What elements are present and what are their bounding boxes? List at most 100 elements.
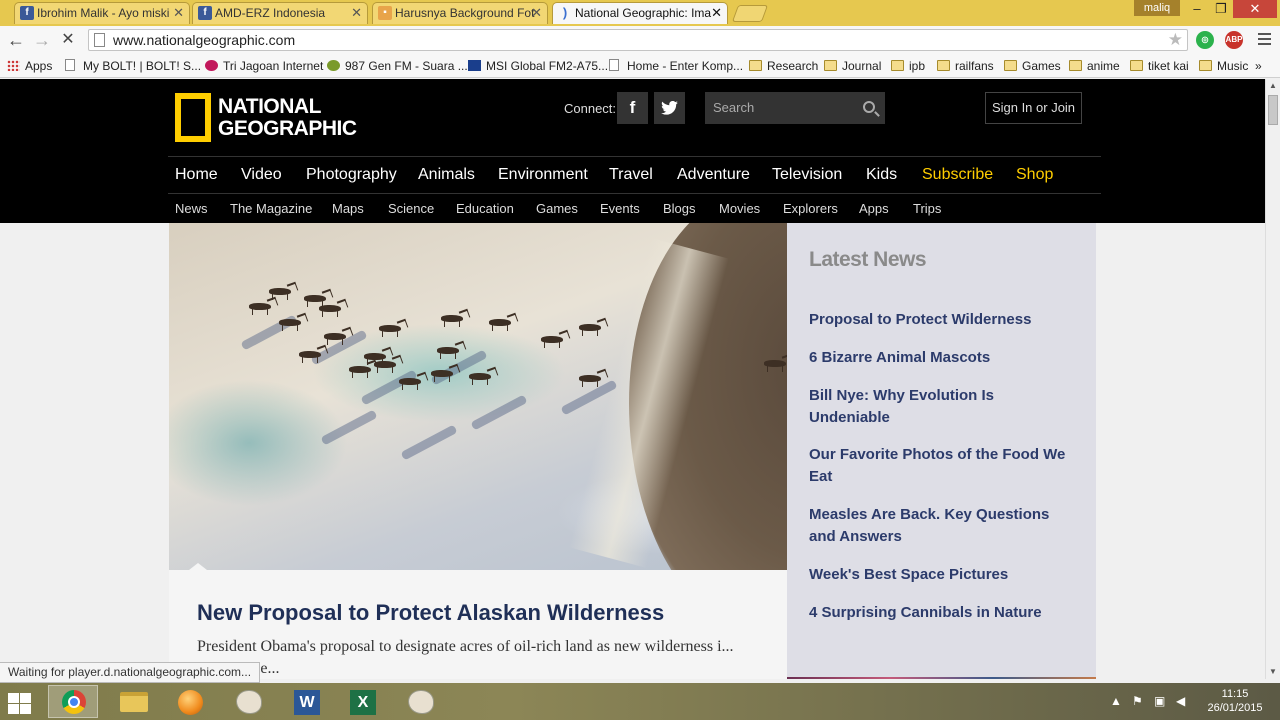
- bookmark-folder[interactable]: Research: [749, 58, 818, 74]
- hero-photo[interactable]: [169, 223, 787, 570]
- forward-icon[interactable]: →: [32, 30, 52, 50]
- natgeo-logo-icon[interactable]: [175, 93, 211, 142]
- taskbar-app[interactable]: [166, 685, 216, 718]
- tab-close-icon[interactable]: ✕: [173, 3, 184, 23]
- browser-tab[interactable]: ▪ Harusnya Background Fot ✕: [372, 2, 548, 24]
- latest-news-link[interactable]: Our Favorite Photos of the Food We Eat: [809, 444, 1074, 488]
- taskbar-app[interactable]: [224, 685, 274, 718]
- adblock-icon[interactable]: ABP: [1225, 31, 1243, 49]
- tab-close-icon[interactable]: ✕: [351, 3, 362, 23]
- site-logo[interactable]: NATIONAL GEOGRAPHIC: [218, 96, 357, 140]
- latest-news-link[interactable]: 6 Bizarre Animal Mascots: [809, 347, 1074, 369]
- scroll-up-icon[interactable]: ▲: [1269, 81, 1277, 90]
- close-window-icon[interactable]: ✕: [1233, 0, 1277, 18]
- new-tab-button[interactable]: [731, 5, 769, 22]
- bookmark-label: My BOLT! | BOLT! S...: [83, 59, 202, 73]
- latest-news-link[interactable]: Proposal to Protect Wilderness: [809, 309, 1074, 331]
- back-icon[interactable]: ←: [6, 30, 26, 50]
- stop-icon[interactable]: ✕: [58, 30, 78, 50]
- subnav-maps[interactable]: Maps: [332, 201, 364, 217]
- nav-shop[interactable]: Shop: [1016, 166, 1053, 184]
- tab-strip: f Ibrohim Malik - Ayo miski ✕ f AMD-ERZ …: [0, 0, 1280, 26]
- caribou: [349, 366, 371, 378]
- browser-tab-active[interactable]: ) National Geographic: Ima ✕: [552, 2, 728, 24]
- nav-photography[interactable]: Photography: [306, 166, 397, 184]
- nav-adventure[interactable]: Adventure: [677, 166, 750, 184]
- browser-tab[interactable]: f AMD-ERZ Indonesia ✕: [192, 2, 368, 24]
- tab-close-icon[interactable]: ✕: [711, 3, 722, 23]
- twitter-icon[interactable]: [654, 92, 685, 124]
- bookmark-apps[interactable]: Apps: [7, 58, 52, 74]
- bookmark-item[interactable]: 987 Gen FM - Suara ...: [327, 58, 468, 74]
- address-bar[interactable]: www.nationalgeographic.com ★: [88, 29, 1188, 51]
- volume-muted-icon[interactable]: ◀: [1176, 694, 1185, 708]
- nav-home[interactable]: Home: [175, 166, 218, 184]
- nav-television[interactable]: Television: [772, 166, 842, 184]
- subnav-magazine[interactable]: The Magazine: [230, 201, 312, 217]
- scroll-down-icon[interactable]: ▼: [1269, 667, 1277, 676]
- scrollbar-thumb[interactable]: [1268, 95, 1278, 125]
- subnav-movies[interactable]: Movies: [719, 201, 760, 217]
- url-text[interactable]: www.nationalgeographic.com: [113, 32, 295, 48]
- taskbar-excel[interactable]: X: [338, 685, 388, 718]
- search-icon[interactable]: [863, 101, 875, 113]
- subnav-games[interactable]: Games: [536, 201, 578, 217]
- minimize-icon[interactable]: –: [1186, 0, 1208, 18]
- bookmark-folder[interactable]: anime: [1069, 58, 1120, 74]
- subnav-explorers[interactable]: Explorers: [783, 201, 838, 217]
- extension-green-icon[interactable]: ◎: [1196, 31, 1214, 49]
- profile-badge[interactable]: maliq: [1134, 0, 1180, 16]
- subnav-apps[interactable]: Apps: [859, 201, 889, 217]
- nav-travel[interactable]: Travel: [609, 166, 653, 184]
- start-button[interactable]: [0, 685, 42, 718]
- tab-close-icon[interactable]: ✕: [531, 3, 542, 23]
- tray-overflow-icon[interactable]: ▲: [1110, 694, 1122, 708]
- bookmark-folder[interactable]: ipb: [891, 58, 925, 74]
- loading-icon: ): [562, 5, 568, 20]
- restore-icon[interactable]: ❐: [1210, 0, 1232, 18]
- nav-video[interactable]: Video: [241, 166, 282, 184]
- bookmarks-overflow-button[interactable]: »: [1255, 58, 1262, 74]
- bookmark-star-icon[interactable]: ★: [1168, 30, 1183, 50]
- article-headline[interactable]: New Proposal to Protect Alaskan Wilderne…: [197, 600, 664, 626]
- ad-banner-strip[interactable]: [787, 677, 1096, 679]
- taskbar-chrome[interactable]: [48, 685, 98, 718]
- nav-animals[interactable]: Animals: [418, 166, 475, 184]
- latest-news-link[interactable]: Measles Are Back. Key Questions and Answ…: [809, 504, 1074, 548]
- chrome-menu-icon[interactable]: [1258, 33, 1271, 46]
- bookmark-folder[interactable]: railfans: [937, 58, 994, 74]
- bookmark-label: MSI Global FM2-A75...: [486, 59, 609, 73]
- bookmark-folder[interactable]: tiket kai: [1130, 58, 1189, 74]
- subnav-blogs[interactable]: Blogs: [663, 201, 696, 217]
- nav-environment[interactable]: Environment: [498, 166, 588, 184]
- latest-news-link[interactable]: Week's Best Space Pictures: [809, 564, 1074, 586]
- bookmark-folder[interactable]: Journal: [824, 58, 881, 74]
- taskbar-paint[interactable]: [396, 685, 446, 718]
- sign-in-button[interactable]: Sign In or Join: [985, 92, 1082, 124]
- subnav-events[interactable]: Events: [600, 201, 640, 217]
- latest-news-link[interactable]: Bill Nye: Why Evolution Is Undeniable: [809, 385, 1074, 429]
- subnav-education[interactable]: Education: [456, 201, 514, 217]
- browser-tab[interactable]: f Ibrohim Malik - Ayo miski ✕: [14, 2, 190, 24]
- nav-subscribe[interactable]: Subscribe: [922, 166, 993, 184]
- bookmark-item[interactable]: My BOLT! | BOLT! S...: [65, 58, 201, 74]
- bookmark-item[interactable]: Home - Enter Komp...: [609, 58, 743, 74]
- bookmark-item[interactable]: MSI Global FM2-A75...: [468, 58, 608, 74]
- subnav-science[interactable]: Science: [388, 201, 434, 217]
- taskbar-explorer[interactable]: [108, 685, 158, 718]
- taskbar-clock[interactable]: 11:15 26/01/2015: [1200, 687, 1270, 715]
- subnav-news[interactable]: News: [175, 201, 208, 217]
- nav-kids[interactable]: Kids: [866, 166, 897, 184]
- bookmark-folder[interactable]: Games: [1004, 58, 1061, 74]
- bookmark-label: Research: [767, 59, 819, 73]
- bookmark-item[interactable]: Tri Jagoan Internet: [205, 58, 323, 74]
- latest-news-link[interactable]: 4 Surprising Cannibals in Nature: [809, 602, 1074, 624]
- subnav-trips[interactable]: Trips: [913, 201, 941, 217]
- facebook-icon[interactable]: f: [617, 92, 648, 124]
- action-center-flag-icon[interactable]: ⚑: [1132, 694, 1143, 708]
- site-search-input[interactable]: Search: [705, 92, 885, 124]
- network-icon[interactable]: ▣: [1154, 694, 1165, 708]
- taskbar-word[interactable]: W: [282, 685, 332, 718]
- bookmark-folder[interactable]: Music: [1199, 58, 1248, 74]
- page-scrollbar[interactable]: ▲ ▼: [1265, 79, 1280, 679]
